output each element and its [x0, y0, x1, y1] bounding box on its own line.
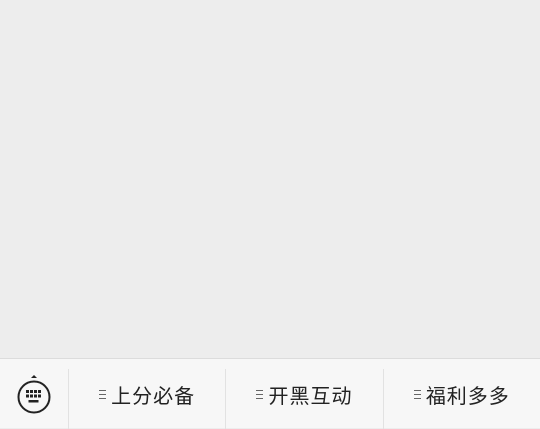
- submenu-lines-icon: [413, 389, 422, 399]
- bottom-menu-bar: 上分必备 开黑互动 福利多多: [0, 358, 540, 429]
- menu-item-fuli[interactable]: 福利多多: [382, 369, 540, 429]
- menu-item-shangfen[interactable]: 上分必备: [69, 369, 225, 429]
- chat-content-area: [0, 0, 540, 358]
- submenu-lines-icon: [256, 389, 264, 399]
- menu-item-label: 开黑互动: [268, 383, 353, 408]
- menu-item-label: 福利多多: [425, 383, 510, 408]
- keyboard-toggle-button[interactable]: [0, 369, 69, 429]
- keyboard-icon: [16, 374, 52, 416]
- menu-item-kaihei[interactable]: 开黑互动: [225, 369, 382, 429]
- submenu-lines-icon: [99, 389, 107, 399]
- menu-item-label: 上分必备: [111, 383, 196, 408]
